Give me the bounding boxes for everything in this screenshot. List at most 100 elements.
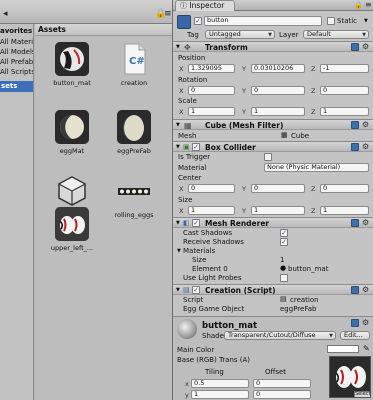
- mesh-renderer-enabled-checkbox[interactable]: ✓: [192, 219, 200, 227]
- gear-icon[interactable]: ⚙: [362, 42, 369, 51]
- static-checkbox[interactable]: [327, 17, 335, 25]
- tab-inspector[interactable]: ⓘ Inspector: [175, 0, 235, 11]
- help-icon[interactable]: [351, 219, 359, 227]
- layer-value: Default: [307, 30, 331, 38]
- center-z-field[interactable]: 0: [320, 184, 369, 193]
- help-icon[interactable]: [351, 121, 359, 129]
- box-collider-enabled-checkbox[interactable]: ✓: [192, 143, 200, 151]
- offset-y-field[interactable]: 0: [253, 390, 311, 399]
- help-icon[interactable]: [351, 143, 359, 151]
- chevron-down-icon[interactable]: ▼: [364, 18, 368, 24]
- transform-title: Transform: [205, 43, 248, 52]
- favorite-all-materials[interactable]: All Materials: [0, 38, 33, 46]
- triangle-down-icon[interactable]: ▼: [176, 144, 180, 150]
- scale-z-field[interactable]: 1: [320, 107, 369, 116]
- script-value[interactable]: creation: [290, 296, 319, 304]
- position-x-field[interactable]: 1.329095: [188, 64, 235, 73]
- triangle-down-icon[interactable]: ▼: [176, 287, 180, 293]
- inspector-panel: ⓘ Inspector 🔒 ≡ ✓ button Static ▼ Tag Un…: [172, 0, 373, 400]
- creation-enabled-checkbox[interactable]: ✓: [192, 286, 200, 294]
- mesh-renderer-header[interactable]: ▼ ◧ ✓ Mesh Renderer ⚙: [173, 217, 373, 228]
- position-y-field[interactable]: 0.03010206: [251, 64, 305, 73]
- menu-icon[interactable]: ≡: [164, 9, 172, 19]
- rotation-label: Rotation: [178, 76, 208, 84]
- tiling-x-field[interactable]: 0.5: [191, 379, 249, 388]
- asset-eggmat[interactable]: eggMat: [46, 110, 98, 172]
- favorites-header: avorites: [0, 27, 33, 35]
- axis-z-label: Z: [311, 207, 316, 215]
- scale-label: Scale: [178, 97, 197, 105]
- transform-header[interactable]: ▼ ✥ Transform ⚙: [173, 41, 373, 52]
- mesh-filter-header[interactable]: ▼ ▦ Cube (Mesh Filter) ⚙: [173, 119, 373, 130]
- center-x-field[interactable]: 0: [188, 184, 235, 193]
- mesh-filter-title: Cube (Mesh Filter): [205, 121, 284, 130]
- favorite-all-models[interactable]: All Models: [0, 48, 33, 56]
- object-name-field[interactable]: button: [204, 16, 322, 26]
- help-icon[interactable]: [351, 286, 359, 294]
- main-color-swatch[interactable]: [327, 345, 359, 353]
- tree-item-assets[interactable]: sets: [0, 81, 33, 92]
- scale-y-field[interactable]: 1: [251, 107, 305, 116]
- triangle-down-icon[interactable]: ▼: [176, 220, 180, 226]
- gear-icon[interactable]: ⚙: [362, 285, 369, 294]
- rotation-y-field[interactable]: 0: [251, 86, 305, 95]
- tiling-y-field[interactable]: 1: [191, 390, 249, 399]
- assets-grid-panel: Assets button_mat C# creation eggMat egg…: [35, 24, 172, 400]
- tag-dropdown[interactable]: Untagged ▼: [205, 30, 275, 39]
- tiling-y-label: y: [185, 391, 189, 399]
- creation-script-header[interactable]: ▼ ▤ ✓ Creation (Script) ⚙: [173, 284, 373, 295]
- box-collider-header[interactable]: ▼ ▣ ✓ Box Collider ⚙: [173, 141, 373, 152]
- cast-shadows-checkbox[interactable]: ✓: [280, 229, 288, 237]
- receive-shadows-checkbox[interactable]: ✓: [280, 238, 288, 246]
- gear-icon[interactable]: ⚙: [362, 120, 369, 129]
- triangle-down-icon[interactable]: ▼: [176, 122, 180, 128]
- box-collider-icon: ▣: [183, 143, 190, 151]
- rotation-z-field[interactable]: 0: [320, 86, 369, 95]
- select-texture-button[interactable]: Select: [354, 391, 370, 397]
- edit-shader-button[interactable]: Edit...: [340, 331, 370, 340]
- rotation-x-field[interactable]: 0: [188, 86, 235, 95]
- scale-x-field[interactable]: 1: [188, 107, 235, 116]
- menu-icon[interactable]: ≡: [365, 0, 372, 9]
- favorite-all-scripts[interactable]: All Scripts: [0, 68, 33, 76]
- texture-slot[interactable]: Select: [329, 356, 371, 398]
- triangle-down-icon[interactable]: ▼: [176, 44, 180, 50]
- help-icon[interactable]: [351, 43, 359, 51]
- axis-x-label: X: [179, 65, 184, 73]
- axis-y-label: Y: [242, 65, 246, 73]
- asset-button-mat[interactable]: button_mat: [46, 42, 98, 104]
- egg-game-object-value[interactable]: eggPreFab: [280, 305, 316, 313]
- mesh-value[interactable]: Cube: [291, 132, 309, 140]
- asset-eggprefab[interactable]: eggPreFab: [108, 110, 160, 172]
- light-probes-checkbox[interactable]: [280, 274, 288, 282]
- asset-rolling-eggs[interactable]: rolling_eggs: [108, 174, 160, 236]
- lock-icon[interactable]: 🔒: [354, 1, 363, 9]
- csharp-script-icon: C#: [117, 42, 151, 76]
- gear-icon[interactable]: ⚙: [362, 218, 369, 227]
- active-checkbox[interactable]: ✓: [194, 17, 202, 25]
- size-y-field[interactable]: 1: [251, 206, 305, 215]
- gear-icon[interactable]: ⚙: [362, 318, 369, 327]
- help-icon[interactable]: [351, 319, 359, 327]
- triangle-down-icon[interactable]: ▼: [177, 248, 181, 254]
- center-y-field[interactable]: 0: [251, 184, 305, 193]
- prefab-thumbnail-icon: [117, 110, 151, 144]
- favorite-all-prefabs[interactable]: All Prefabs: [0, 58, 33, 66]
- position-z-field[interactable]: -1: [320, 64, 369, 73]
- is-trigger-checkbox[interactable]: [264, 153, 272, 161]
- materials-size-value[interactable]: 1: [280, 256, 284, 264]
- gear-icon[interactable]: ⚙: [362, 142, 369, 151]
- offset-x-field[interactable]: 0: [253, 379, 311, 388]
- asset-upper-left[interactable]: upper_left_...: [46, 207, 98, 269]
- element0-value[interactable]: button_mat: [288, 265, 328, 273]
- shader-dropdown[interactable]: Transparent/Cutout/Diffuse ▼: [224, 331, 336, 340]
- layer-dropdown[interactable]: Default ▼: [303, 30, 369, 39]
- size-z-field[interactable]: 1: [320, 206, 369, 215]
- eyedropper-icon[interactable]: ✎: [363, 344, 370, 353]
- collider-material-field[interactable]: None (Physic Material): [264, 163, 369, 172]
- asset-creation[interactable]: C# creation: [108, 42, 160, 104]
- size-x-field[interactable]: 1: [188, 206, 235, 215]
- axis-x-label: X: [179, 108, 184, 116]
- scroll-left-icon[interactable]: ◂: [3, 9, 8, 19]
- asset-label: eggPreFab: [117, 147, 151, 155]
